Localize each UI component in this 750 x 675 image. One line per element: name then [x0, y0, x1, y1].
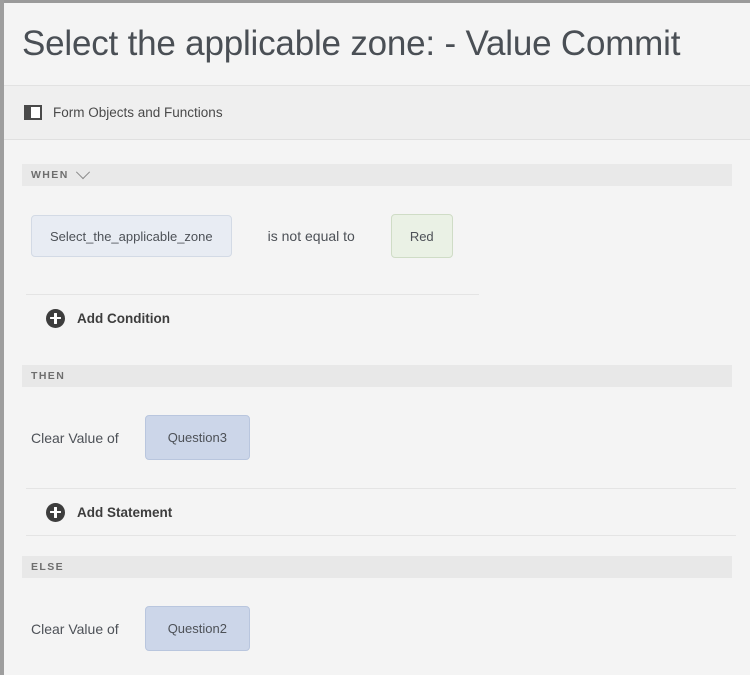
panel-layout-icon — [24, 105, 42, 120]
else-label: ELSE — [31, 561, 65, 573]
add-statement-label: Add Statement — [77, 504, 173, 520]
condition-operator[interactable]: is not equal to — [268, 228, 355, 244]
else-target-pill[interactable]: Question2 — [144, 606, 250, 651]
toolbar-label: Form Objects and Functions — [53, 105, 223, 120]
page-title: Select the applicable zone: - Value Comm… — [22, 24, 681, 63]
condition-row: Select_the_applicable_zone is not equal … — [4, 214, 750, 258]
then-target-pill[interactable]: Question3 — [144, 415, 250, 460]
add-statement-button[interactable]: Add Statement — [4, 489, 750, 535]
section-band-then[interactable]: THEN — [22, 365, 732, 387]
plus-circle-icon — [46, 502, 65, 522]
add-condition-button[interactable]: Add Condition — [4, 295, 750, 341]
section-band-when[interactable]: WHEN — [22, 164, 732, 186]
then-statement-row: Clear Value of Question3 — [4, 415, 750, 460]
condition-value-pill[interactable]: Red — [390, 214, 453, 258]
else-action-label[interactable]: Clear Value of — [31, 621, 119, 637]
then-action-label[interactable]: Clear Value of — [31, 430, 119, 446]
condition-object-pill[interactable]: Select_the_applicable_zone — [31, 215, 232, 257]
toolbar: Form Objects and Functions — [4, 86, 750, 140]
else-statement-row: Clear Value of Question2 — [4, 606, 750, 651]
chevron-down-icon[interactable] — [75, 165, 90, 180]
add-condition-label: Add Condition — [77, 310, 170, 326]
rule-editor-window: Select the applicable zone: - Value Comm… — [4, 3, 750, 675]
titlebar: Select the applicable zone: - Value Comm… — [4, 3, 750, 86]
section-band-else[interactable]: ELSE — [22, 556, 732, 578]
when-label: WHEN — [31, 169, 69, 181]
plus-circle-icon — [46, 308, 65, 328]
rule-editor-body: WHEN Select_the_applicable_zone is not e… — [4, 140, 750, 651]
then-label: THEN — [31, 370, 66, 382]
form-objects-and-functions-button[interactable]: Form Objects and Functions — [24, 105, 223, 120]
